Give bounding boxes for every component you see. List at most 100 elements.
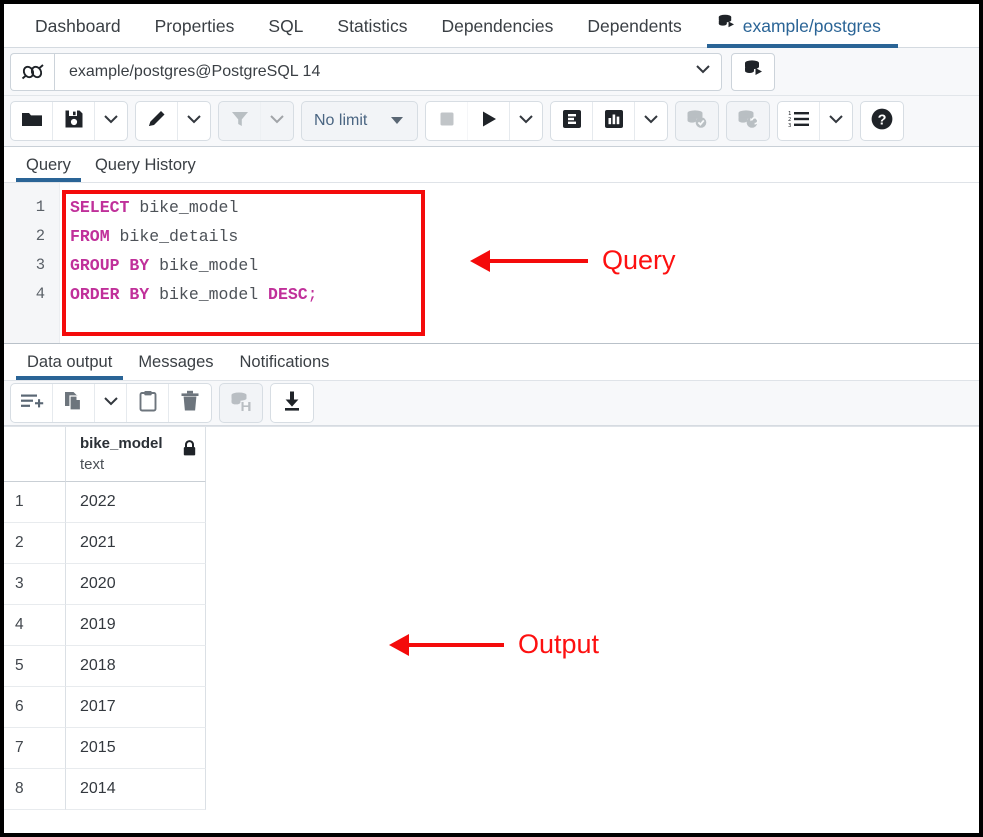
connection-select[interactable]: example/postgres@PostgreSQL 14 [54, 53, 722, 91]
toolbar-group-file [10, 101, 128, 141]
toolbar-group-macros: 123 [777, 101, 853, 141]
tab-sql[interactable]: SQL [251, 4, 320, 48]
database-icon [716, 4, 736, 48]
tab-label: Statistics [337, 16, 407, 36]
new-connection-button[interactable] [731, 53, 775, 91]
stop-query-button[interactable] [426, 102, 468, 140]
help-button[interactable]: ? [861, 102, 903, 140]
table-row[interactable]: 22021 [4, 523, 979, 564]
line-number: 2 [4, 222, 59, 251]
grid-row-filler [206, 482, 979, 523]
toolbar-group-rollback [726, 101, 770, 141]
connection-bar: example/postgres@PostgreSQL 14 [4, 48, 979, 96]
chevron-down-icon [102, 112, 120, 130]
row-limit-select[interactable]: No limit [302, 102, 417, 140]
macros-button[interactable]: 123 [778, 102, 820, 140]
macros-caret[interactable] [820, 102, 852, 140]
annotation-label: Output [518, 629, 599, 660]
grid-cell-bike-model[interactable]: 2021 [66, 523, 206, 564]
pencil-icon [146, 108, 168, 135]
query-tab-bar: Query Query History [4, 147, 979, 183]
toolbar-group-edit [135, 101, 211, 141]
tab-dashboard[interactable]: Dashboard [18, 4, 138, 48]
grid-cell-bike-model[interactable]: 2022 [66, 482, 206, 523]
grid-cell-bike-model[interactable]: 2015 [66, 728, 206, 769]
sql-identifier: bike_model [149, 256, 258, 275]
tab-label: Dashboard [35, 16, 121, 36]
row-number: 5 [4, 646, 66, 687]
grid-header-filler [206, 427, 979, 482]
tab-label: Properties [155, 16, 235, 36]
connection-value: example/postgres@PostgreSQL 14 [69, 63, 320, 81]
tab-label: SQL [268, 16, 303, 36]
table-row[interactable]: 32020 [4, 564, 979, 605]
download-csv-button[interactable] [271, 384, 313, 422]
copy-button[interactable] [53, 384, 95, 422]
rollback-button[interactable] [727, 102, 769, 140]
tab-label: Dependencies [441, 16, 553, 36]
svg-text:?: ? [878, 112, 887, 128]
annotation-label: Query [602, 245, 676, 276]
row-number: 2 [4, 523, 66, 564]
copy-options-caret[interactable] [95, 384, 127, 422]
sql-identifier: ; [308, 285, 318, 304]
explain-analyze-button[interactable] [593, 102, 635, 140]
table-row[interactable]: 72015 [4, 728, 979, 769]
filter-button[interactable] [219, 102, 261, 140]
sql-editor[interactable]: 1 2 3 4 SELECT bike_modelFROM bike_detai… [4, 183, 979, 343]
tab-statistics[interactable]: Statistics [320, 4, 424, 48]
tab-notifications[interactable]: Notifications [227, 353, 343, 380]
grid-cell-bike-model[interactable]: 2019 [66, 605, 206, 646]
grid-cell-bike-model[interactable]: 2020 [66, 564, 206, 605]
save-options-caret[interactable] [95, 102, 127, 140]
copy-icon [63, 390, 85, 417]
paste-button[interactable] [127, 384, 169, 422]
chevron-down-icon[interactable] [693, 62, 713, 81]
tab-label: Query History [95, 156, 196, 174]
output-group-1 [10, 383, 212, 423]
database-connect-icon [741, 57, 765, 86]
tab-query[interactable]: Query [14, 156, 83, 182]
table-row[interactable]: 82014 [4, 769, 979, 810]
explain-button[interactable] [551, 102, 593, 140]
tab-dependencies[interactable]: Dependencies [424, 4, 570, 48]
tab-dependents[interactable]: Dependents [570, 4, 698, 48]
execute-options-caret[interactable] [510, 102, 542, 140]
tab-data-output[interactable]: Data output [14, 353, 125, 380]
explain-options-caret[interactable] [635, 102, 667, 140]
execute-query-button[interactable] [468, 102, 510, 140]
sql-identifier: bike_details [110, 227, 239, 246]
sql-keyword: ORDER BY [70, 285, 149, 304]
caret-down-icon [389, 112, 405, 130]
grid-cell-bike-model[interactable]: 2014 [66, 769, 206, 810]
tab-properties[interactable]: Properties [138, 4, 252, 48]
database-undo-icon [736, 107, 760, 136]
tab-messages[interactable]: Messages [125, 353, 226, 380]
data-output-toolbar [4, 381, 979, 426]
grid-cell-bike-model[interactable]: 2017 [66, 687, 206, 728]
grid-row-filler [206, 728, 979, 769]
edit-options-caret[interactable] [178, 102, 210, 140]
tab-label: Notifications [240, 353, 330, 371]
grid-column-header-bike-model[interactable]: bike_model text [66, 427, 206, 482]
tab-query-history[interactable]: Query History [83, 156, 208, 182]
edit-button[interactable] [136, 102, 178, 140]
add-row-button[interactable] [11, 384, 53, 422]
sql-identifier: bike_model [129, 198, 238, 217]
save-data-changes-button[interactable] [220, 384, 262, 422]
table-row[interactable]: 62017 [4, 687, 979, 728]
sql-keyword: FROM [70, 227, 110, 246]
output-group-3 [270, 383, 314, 423]
filter-options-caret[interactable] [261, 102, 293, 140]
delete-row-button[interactable] [169, 384, 211, 422]
arrow-line [409, 643, 504, 647]
commit-button[interactable] [676, 102, 718, 140]
svg-text:3: 3 [788, 122, 791, 128]
row-number: 1 [4, 482, 66, 523]
grid-cell-bike-model[interactable]: 2018 [66, 646, 206, 687]
tab-example-postgres[interactable]: example/postgres [699, 4, 898, 48]
table-row[interactable]: 12022 [4, 482, 979, 523]
save-file-button[interactable] [53, 102, 95, 140]
toolbar-group-execute [425, 101, 543, 141]
open-file-button[interactable] [11, 102, 53, 140]
